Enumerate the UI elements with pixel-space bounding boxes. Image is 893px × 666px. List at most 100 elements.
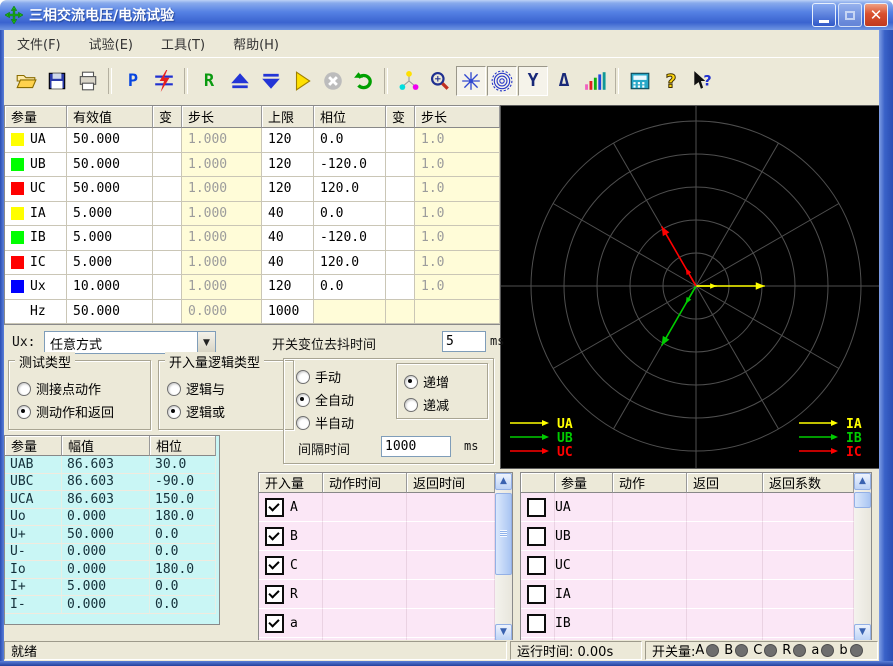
step-cell[interactable]: 1.000 <box>182 177 262 202</box>
maximize-button[interactable] <box>838 3 862 27</box>
vary-cell[interactable] <box>386 300 415 325</box>
rms-cell[interactable]: 50.000 <box>67 300 153 325</box>
phase-cell[interactable]: 0.0 <box>314 275 386 300</box>
limit-cell[interactable]: 40 <box>262 251 314 276</box>
limit-cell[interactable]: 40 <box>262 202 314 227</box>
harmonic-bars-button[interactable] <box>580 66 610 96</box>
limit-cell[interactable]: 40 <box>262 226 314 251</box>
phase-cell[interactable]: -120.0 <box>314 153 386 178</box>
vary-cell[interactable] <box>153 128 182 153</box>
lower-button[interactable] <box>256 66 286 96</box>
menu-tools[interactable]: 工具(T) <box>152 31 214 56</box>
checkbox-unchecked[interactable] <box>527 556 546 575</box>
scroll-down-icon[interactable]: ▼ <box>495 624 512 641</box>
close-button[interactable]: ✕ <box>864 3 888 27</box>
phase-step-cell[interactable]: 1.0 <box>415 226 500 251</box>
checkbox-unchecked[interactable] <box>527 614 546 633</box>
vary-cell[interactable] <box>153 153 182 178</box>
radio-increase[interactable]: 递增 <box>404 372 449 391</box>
ux-mode-dropdown[interactable]: 任意方式 ▼ <box>44 331 216 354</box>
checkbox-checked[interactable] <box>265 556 284 575</box>
radio-action-return[interactable]: 测动作和返回 <box>17 402 114 421</box>
checkbox-unchecked[interactable] <box>527 527 546 546</box>
phase-cell[interactable]: 0.0 <box>314 128 386 153</box>
help-button[interactable]: ? <box>656 66 686 96</box>
scrollbar[interactable]: ▲ ▼ <box>854 473 871 641</box>
vary-cell[interactable] <box>386 128 415 153</box>
vary-cell[interactable] <box>153 275 182 300</box>
phase-step-cell[interactable]: 1.0 <box>415 177 500 202</box>
debounce-input[interactable] <box>442 331 486 352</box>
scroll-down-icon[interactable]: ▼ <box>854 624 871 641</box>
checkbox-checked[interactable] <box>265 527 284 546</box>
scrollbar[interactable]: ▲ ▼ <box>495 473 512 641</box>
step-cell[interactable]: 0.000 <box>182 300 262 325</box>
checkbox-checked[interactable] <box>265 498 284 517</box>
vary-cell[interactable] <box>153 202 182 227</box>
rms-cell[interactable]: 5.000 <box>67 202 153 227</box>
rms-cell[interactable]: 50.000 <box>67 128 153 153</box>
checkbox-unchecked[interactable] <box>527 498 546 517</box>
limit-cell[interactable]: 120 <box>262 275 314 300</box>
interval-input[interactable] <box>381 436 451 457</box>
vary-cell[interactable] <box>386 202 415 227</box>
vary-cell[interactable] <box>386 226 415 251</box>
limit-cell[interactable]: 120 <box>262 128 314 153</box>
scrollbar-thumb[interactable] <box>854 492 871 508</box>
limit-cell[interactable]: 1000 <box>262 300 314 325</box>
scroll-up-icon[interactable]: ▲ <box>495 473 512 490</box>
phase-step-cell[interactable]: 1.0 <box>415 128 500 153</box>
checkbox-unchecked[interactable] <box>527 585 546 604</box>
phase-cell[interactable]: 0.0 <box>314 202 386 227</box>
vary-cell[interactable] <box>153 177 182 202</box>
vary-cell[interactable] <box>386 275 415 300</box>
undo-button[interactable] <box>349 66 379 96</box>
phase-step-cell[interactable]: 1.0 <box>415 153 500 178</box>
menu-file[interactable]: 文件(F) <box>8 31 70 56</box>
radio-decrease[interactable]: 递减 <box>404 395 449 414</box>
parameter-p-button[interactable]: P <box>118 66 148 96</box>
step-cell[interactable]: 1.000 <box>182 251 262 276</box>
step-cell[interactable]: 1.000 <box>182 128 262 153</box>
step-cell[interactable]: 1.000 <box>182 275 262 300</box>
vary-cell[interactable] <box>386 153 415 178</box>
rays-button[interactable] <box>456 66 486 96</box>
checkbox-checked[interactable] <box>265 614 284 633</box>
vary-cell[interactable] <box>386 177 415 202</box>
phase-step-cell[interactable]: 1.0 <box>415 275 500 300</box>
raise-button[interactable] <box>225 66 255 96</box>
print-button[interactable] <box>73 66 103 96</box>
impulse-button[interactable] <box>149 66 179 96</box>
rms-cell[interactable]: 10.000 <box>67 275 153 300</box>
save-button[interactable] <box>42 66 72 96</box>
zoom-button[interactable] <box>425 66 455 96</box>
limit-cell[interactable]: 120 <box>262 177 314 202</box>
step-cell[interactable]: 1.000 <box>182 153 262 178</box>
phase-cell[interactable]: 120.0 <box>314 177 386 202</box>
phase-cell[interactable]: 120.0 <box>314 251 386 276</box>
step-cell[interactable]: 1.000 <box>182 202 262 227</box>
step-cell[interactable]: 1.000 <box>182 226 262 251</box>
radio-manual[interactable]: 手动 <box>296 367 341 386</box>
scroll-up-icon[interactable]: ▲ <box>854 473 871 490</box>
radio-logic-and[interactable]: 逻辑与 <box>167 379 225 398</box>
phase-step-cell[interactable]: 1.0 <box>415 202 500 227</box>
open-button[interactable] <box>11 66 41 96</box>
polar-circles-button[interactable] <box>487 66 517 96</box>
rms-cell[interactable]: 50.000 <box>67 177 153 202</box>
radio-semi-auto[interactable]: 半自动 <box>296 413 354 432</box>
rms-cell[interactable]: 5.000 <box>67 251 153 276</box>
start-button[interactable] <box>287 66 317 96</box>
radio-full-auto[interactable]: 全自动 <box>296 390 354 409</box>
context-help-button[interactable]: ? <box>687 66 717 96</box>
chevron-down-icon[interactable]: ▼ <box>197 332 215 353</box>
vary-cell[interactable] <box>386 251 415 276</box>
radio-contact-action[interactable]: 测接点动作 <box>17 379 101 398</box>
phase-step-cell[interactable]: 1.0 <box>415 251 500 276</box>
limit-cell[interactable]: 120 <box>262 153 314 178</box>
phase-cell[interactable] <box>314 300 386 325</box>
vary-cell[interactable] <box>153 251 182 276</box>
vary-cell[interactable] <box>153 226 182 251</box>
menu-test[interactable]: 试验(E) <box>80 31 142 56</box>
vary-cell[interactable] <box>153 300 182 325</box>
